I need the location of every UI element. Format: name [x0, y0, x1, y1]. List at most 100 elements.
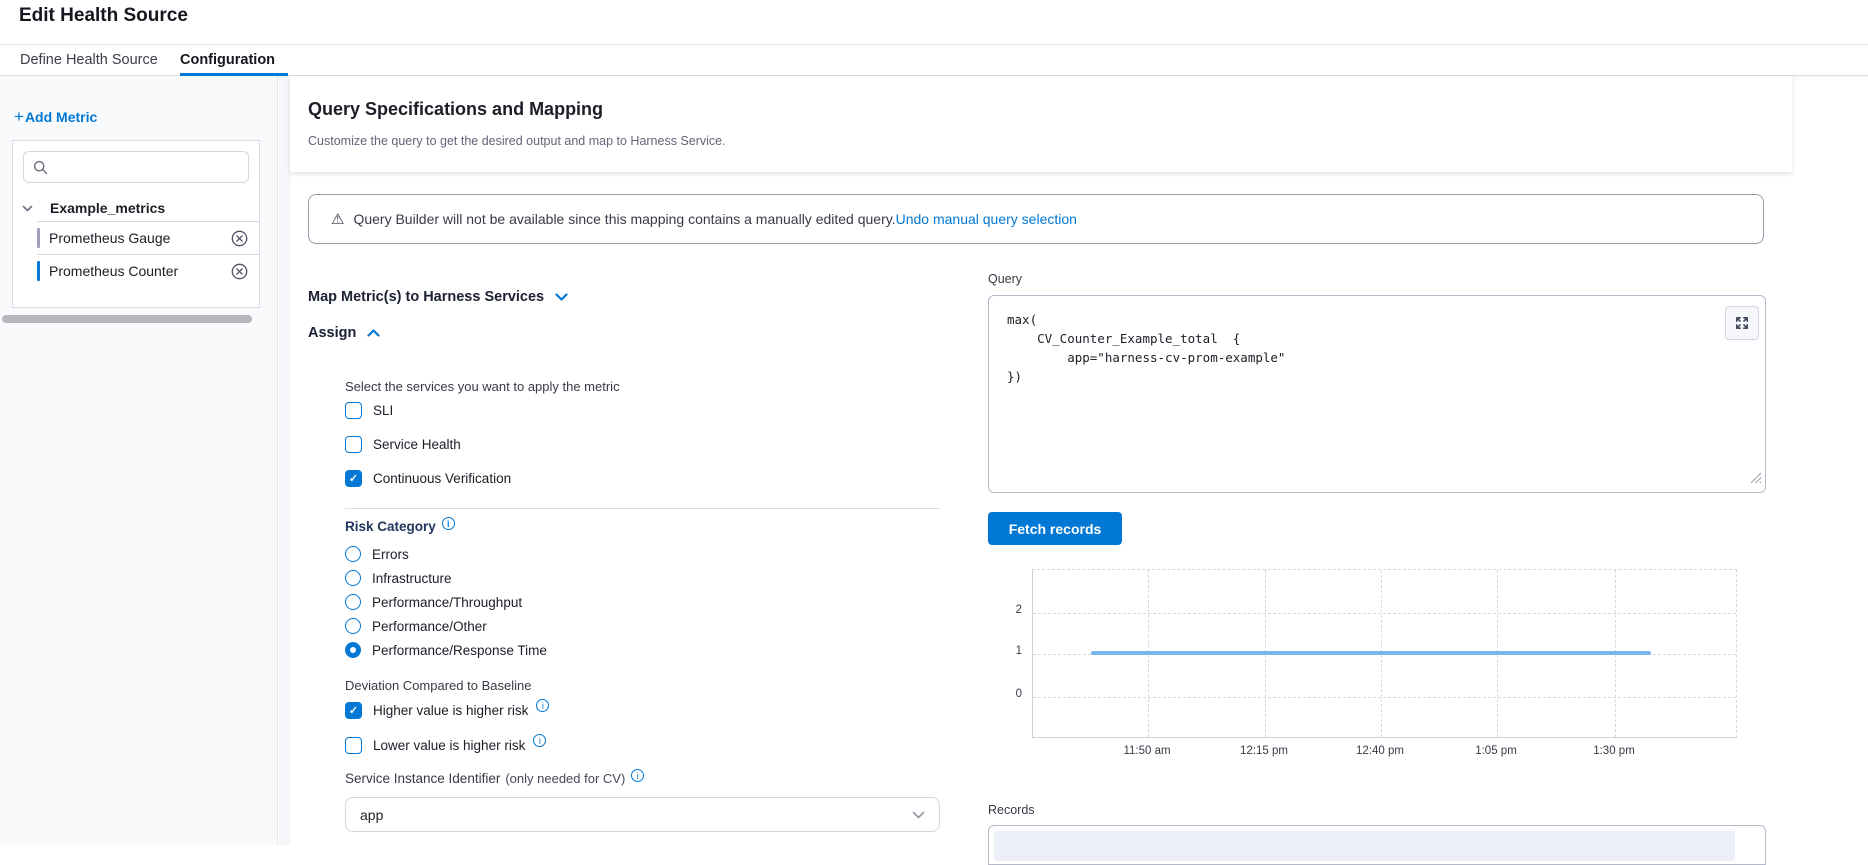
y-axis-tick: 2 [996, 604, 1022, 616]
tab-bar: Define Health Source Configuration [0, 44, 1868, 76]
chevron-up-icon [367, 329, 380, 337]
query-editor[interactable]: max( CV_Counter_Example_total { app="har… [988, 295, 1766, 493]
radio-row-performance-other[interactable]: Performance/Other [345, 618, 487, 634]
resize-handle[interactable] [1749, 471, 1762, 489]
performance-response-time-label: Performance/Response Time [372, 643, 547, 658]
radio-row-performance-throughput[interactable]: Performance/Throughput [345, 594, 522, 610]
metric-search-box[interactable] [23, 151, 249, 183]
metric-item-prometheus-counter[interactable]: Prometheus Counter [13, 255, 261, 287]
metric-color-bar [37, 261, 40, 281]
expand-icon [1734, 315, 1750, 331]
expand-query-button[interactable] [1725, 306, 1759, 340]
checkbox-row-higher-value[interactable]: ✓ Higher value is higher risk i [345, 702, 549, 719]
query-label: Query [988, 272, 1022, 286]
undo-manual-query-link[interactable]: Undo manual query selection [896, 211, 1077, 227]
errors-label: Errors [372, 547, 409, 562]
sli-checkbox[interactable] [345, 402, 362, 419]
info-icon[interactable]: i [631, 769, 644, 782]
performance-response-time-radio[interactable] [345, 642, 361, 658]
metric-item-label: Prometheus Gauge [49, 230, 230, 246]
warning-icon: ⚠ [331, 210, 344, 228]
service-health-label: Service Health [373, 437, 461, 452]
gridline [1033, 697, 1736, 698]
records-panel [988, 825, 1766, 865]
sidebar-gutter [279, 76, 290, 845]
performance-throughput-label: Performance/Throughput [372, 595, 522, 610]
performance-throughput-radio[interactable] [345, 594, 361, 610]
info-icon[interactable]: i [442, 517, 455, 530]
service-instance-label-text: Service Instance Identifier [345, 771, 500, 786]
metric-group-row[interactable]: Example_metrics [13, 195, 261, 221]
query-builder-warning: ⚠ Query Builder will not be available si… [308, 194, 1764, 244]
deviation-label: Deviation Compared to Baseline [345, 678, 531, 693]
infrastructure-radio[interactable] [345, 570, 361, 586]
records-label: Records [988, 803, 1035, 817]
chevron-down-icon [22, 205, 33, 212]
x-axis-tick: 1:30 pm [1593, 745, 1635, 757]
continuous-verification-label: Continuous Verification [373, 471, 511, 486]
remove-metric-icon[interactable] [230, 229, 249, 248]
checkbox-row-continuous-verification[interactable]: ✓ Continuous Verification [345, 470, 511, 487]
chart-data-line [1091, 651, 1651, 655]
add-metric-button[interactable]: + Add Metric [14, 107, 97, 127]
y-axis-tick: 0 [996, 688, 1022, 700]
checkbox-row-service-health[interactable]: Service Health [345, 436, 461, 453]
info-icon[interactable]: i [533, 734, 546, 747]
map-metrics-section-toggle[interactable]: Map Metric(s) to Harness Services [308, 289, 568, 305]
continuous-verification-checkbox[interactable]: ✓ [345, 470, 362, 487]
records-panel-header [994, 831, 1735, 861]
service-instance-select[interactable]: app [345, 797, 940, 832]
section-title: Query Specifications and Mapping [308, 99, 603, 120]
checkbox-row-sli[interactable]: SLI [345, 402, 393, 419]
risk-category-label-text: Risk Category [345, 519, 436, 534]
assign-section-title: Assign [308, 325, 356, 341]
service-instance-value: app [360, 807, 383, 823]
chevron-down-icon [912, 811, 925, 819]
service-health-checkbox[interactable] [345, 436, 362, 453]
higher-value-checkbox[interactable]: ✓ [345, 702, 362, 719]
radio-row-errors[interactable]: Errors [345, 546, 409, 562]
checkbox-row-lower-value[interactable]: Lower value is higher risk i [345, 737, 546, 754]
fetch-records-button[interactable]: Fetch records [988, 512, 1122, 545]
x-axis-tick: 12:40 pm [1356, 745, 1404, 757]
add-metric-label: Add Metric [25, 109, 97, 125]
assign-section-toggle[interactable]: Assign [308, 325, 380, 341]
infrastructure-label: Infrastructure [372, 571, 452, 586]
metric-item-prometheus-gauge[interactable]: Prometheus Gauge [13, 222, 261, 254]
metric-list-panel: Example_metrics Prometheus Gauge Prometh… [12, 140, 260, 308]
service-instance-note: (only needed for CV) [505, 771, 625, 786]
y-axis-tick: 1 [996, 645, 1022, 657]
x-axis-tick: 12:15 pm [1240, 745, 1288, 757]
map-metrics-section-title: Map Metric(s) to Harness Services [308, 289, 544, 305]
radio-row-performance-response-time[interactable]: Performance/Response Time [345, 642, 547, 658]
metric-color-bar [37, 228, 40, 248]
services-label: Select the services you want to apply th… [345, 379, 620, 394]
lower-value-checkbox[interactable] [345, 737, 362, 754]
x-axis-tick: 1:05 pm [1475, 745, 1517, 757]
content-header: Query Specifications and Mapping Customi… [290, 76, 1792, 172]
x-axis-tick: 11:50 am [1123, 745, 1170, 757]
query-text[interactable]: max( CV_Counter_Example_total { app="har… [1007, 310, 1285, 386]
metric-item-label: Prometheus Counter [49, 263, 230, 279]
tab-configuration[interactable]: Configuration [180, 45, 275, 76]
remove-metric-icon[interactable] [230, 262, 249, 281]
performance-other-radio[interactable] [345, 618, 361, 634]
info-icon[interactable]: i [536, 699, 549, 712]
tab-define-health-source[interactable]: Define Health Source [20, 45, 158, 76]
performance-other-label: Performance/Other [372, 619, 487, 634]
higher-value-label: Higher value is higher risk [373, 703, 528, 718]
metric-search-input[interactable] [55, 160, 248, 175]
section-subtitle: Customize the query to get the desired o… [308, 134, 726, 148]
timeseries-chart [1032, 569, 1737, 738]
service-instance-identifier-label: Service Instance Identifier (only needed… [345, 771, 644, 786]
warning-text: Query Builder will not be available sinc… [353, 211, 895, 227]
sli-label: SLI [373, 403, 393, 418]
section-divider [345, 508, 940, 509]
radio-row-infrastructure[interactable]: Infrastructure [345, 570, 452, 586]
metric-group-label: Example_metrics [50, 200, 165, 216]
chevron-down-icon [555, 293, 568, 301]
errors-radio[interactable] [345, 546, 361, 562]
horizontal-scrollbar[interactable] [2, 315, 252, 323]
page-title: Edit Health Source [19, 5, 188, 27]
plus-icon: + [14, 107, 24, 127]
